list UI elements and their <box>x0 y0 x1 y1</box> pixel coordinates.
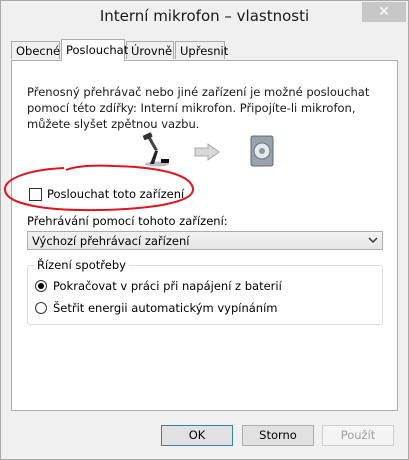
speaker-icon <box>250 135 274 167</box>
playback-device-select[interactable]: Výchozí přehrávací zařízení <box>27 231 383 250</box>
arrow-right-icon <box>194 143 220 161</box>
cancel-button[interactable]: Storno <box>242 425 314 446</box>
tab-levels[interactable]: Úrovně <box>126 41 174 59</box>
power-management-legend: Řízení spotřeby <box>34 258 129 272</box>
ok-button[interactable]: OK <box>161 425 233 446</box>
playback-device-label: Přehrávání pomocí tohoto zařízení: <box>27 214 228 228</box>
window-title: Interní mikrofon – vlastnosti <box>99 7 310 25</box>
close-button[interactable]: ✕ <box>362 2 406 22</box>
apply-button[interactable]: Použít <box>322 425 394 446</box>
tab-listen[interactable]: Poslouchat <box>61 39 128 61</box>
radio-selected-dot <box>38 283 44 289</box>
annotation-circle <box>4 164 195 212</box>
power-option-save-label: Šetřit energii automatickým vypínáním <box>53 301 278 315</box>
microphone-icon <box>142 132 169 167</box>
playback-device-value: Výchozí přehrávací zařízení <box>32 234 190 248</box>
tab-general[interactable]: Obecné <box>11 41 60 59</box>
listen-description: Přenosný přehrávač nebo jiné zařízení je… <box>27 85 370 131</box>
properties-dialog: Interní mikrofon – vlastnosti ✕ Obecné P… <box>0 0 409 460</box>
close-icon: ✕ <box>378 4 390 20</box>
title-bar[interactable]: Interní mikrofon – vlastnosti ✕ <box>1 1 408 31</box>
radio-save[interactable] <box>35 302 47 314</box>
tab-advanced[interactable]: Upřesnit <box>175 41 228 59</box>
power-option-continue-label: Pokračovat v práci při napájení z bateri… <box>53 279 282 293</box>
chevron-down-icon <box>368 237 378 244</box>
power-management-group <box>27 265 383 325</box>
radio-continue[interactable] <box>35 280 47 292</box>
